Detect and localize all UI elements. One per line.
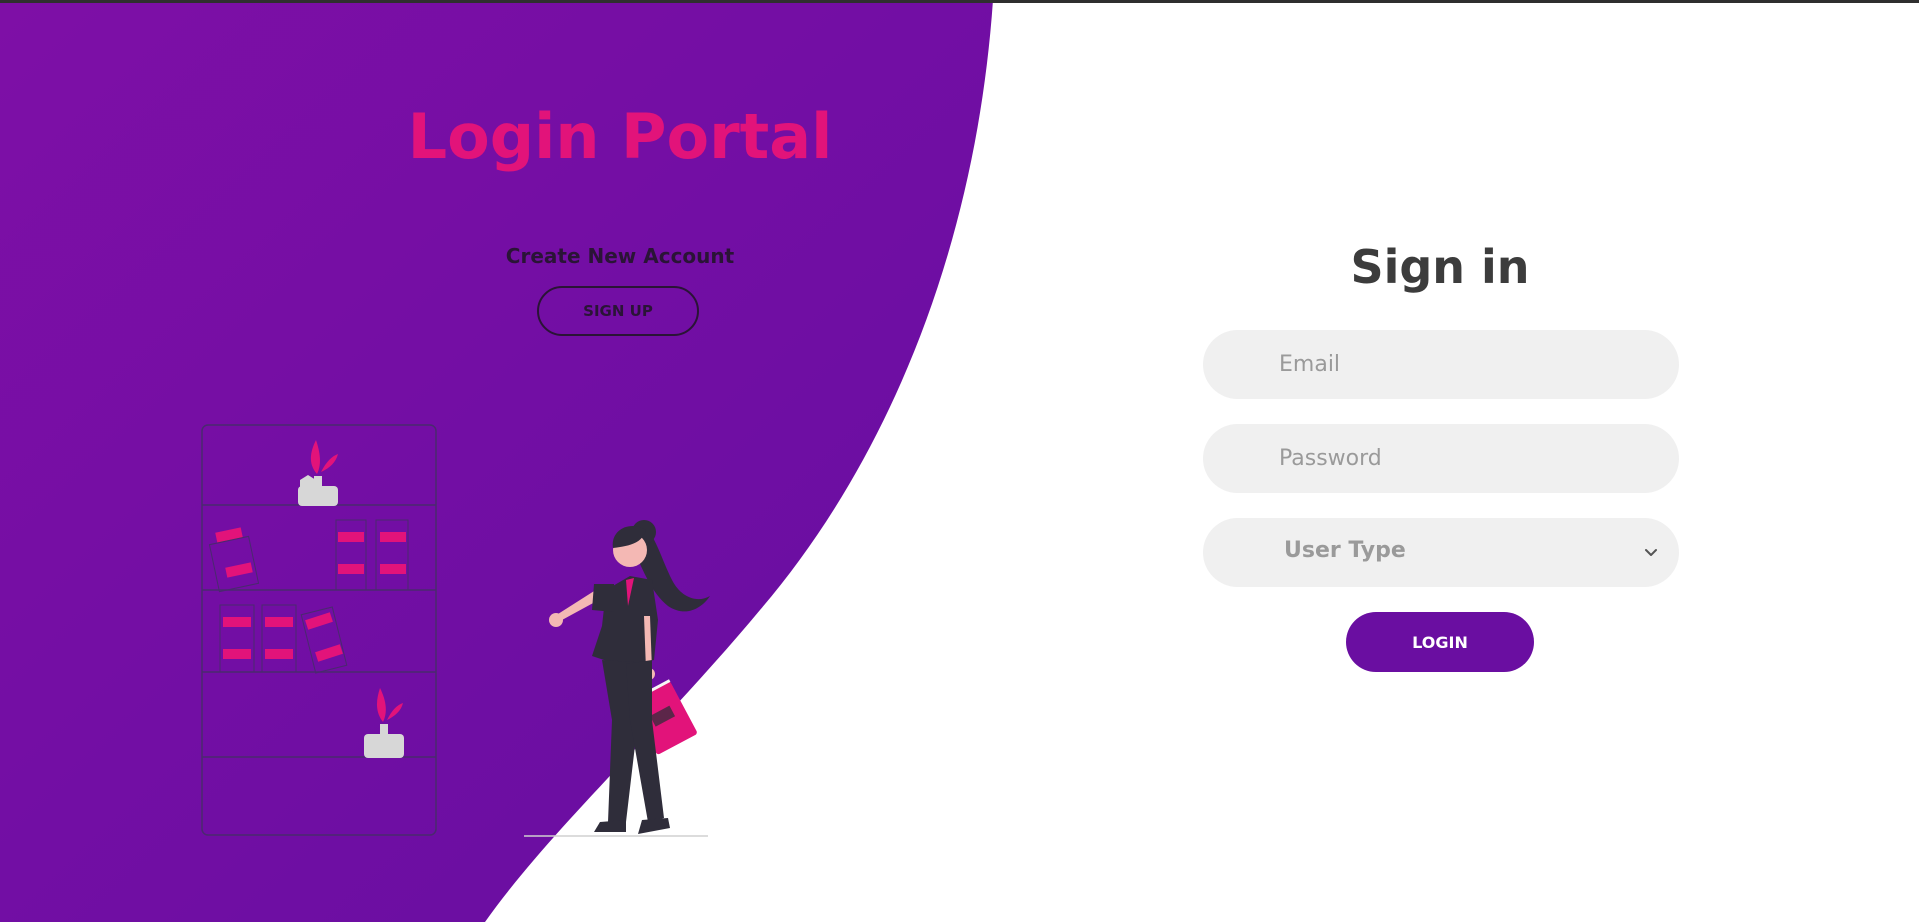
signup-button[interactable]: SIGN UP bbox=[537, 286, 699, 336]
signin-title: Sign in bbox=[1350, 240, 1530, 294]
login-page: Login Portal Create New Account SIGN UP bbox=[0, 0, 1919, 922]
bookshelf-woman-illustration bbox=[201, 424, 710, 837]
browser-top-bar bbox=[0, 0, 1919, 3]
chevron-down-icon bbox=[1645, 549, 1657, 556]
user-type-value: User Type bbox=[1284, 538, 1406, 563]
user-type-select[interactable]: User Type bbox=[1203, 518, 1679, 587]
login-button[interactable]: LOGIN bbox=[1346, 612, 1534, 672]
email-field[interactable] bbox=[1203, 330, 1679, 399]
create-account-text: Create New Account bbox=[505, 244, 735, 268]
portal-title: Login Portal bbox=[407, 100, 833, 173]
password-field[interactable] bbox=[1203, 424, 1679, 493]
